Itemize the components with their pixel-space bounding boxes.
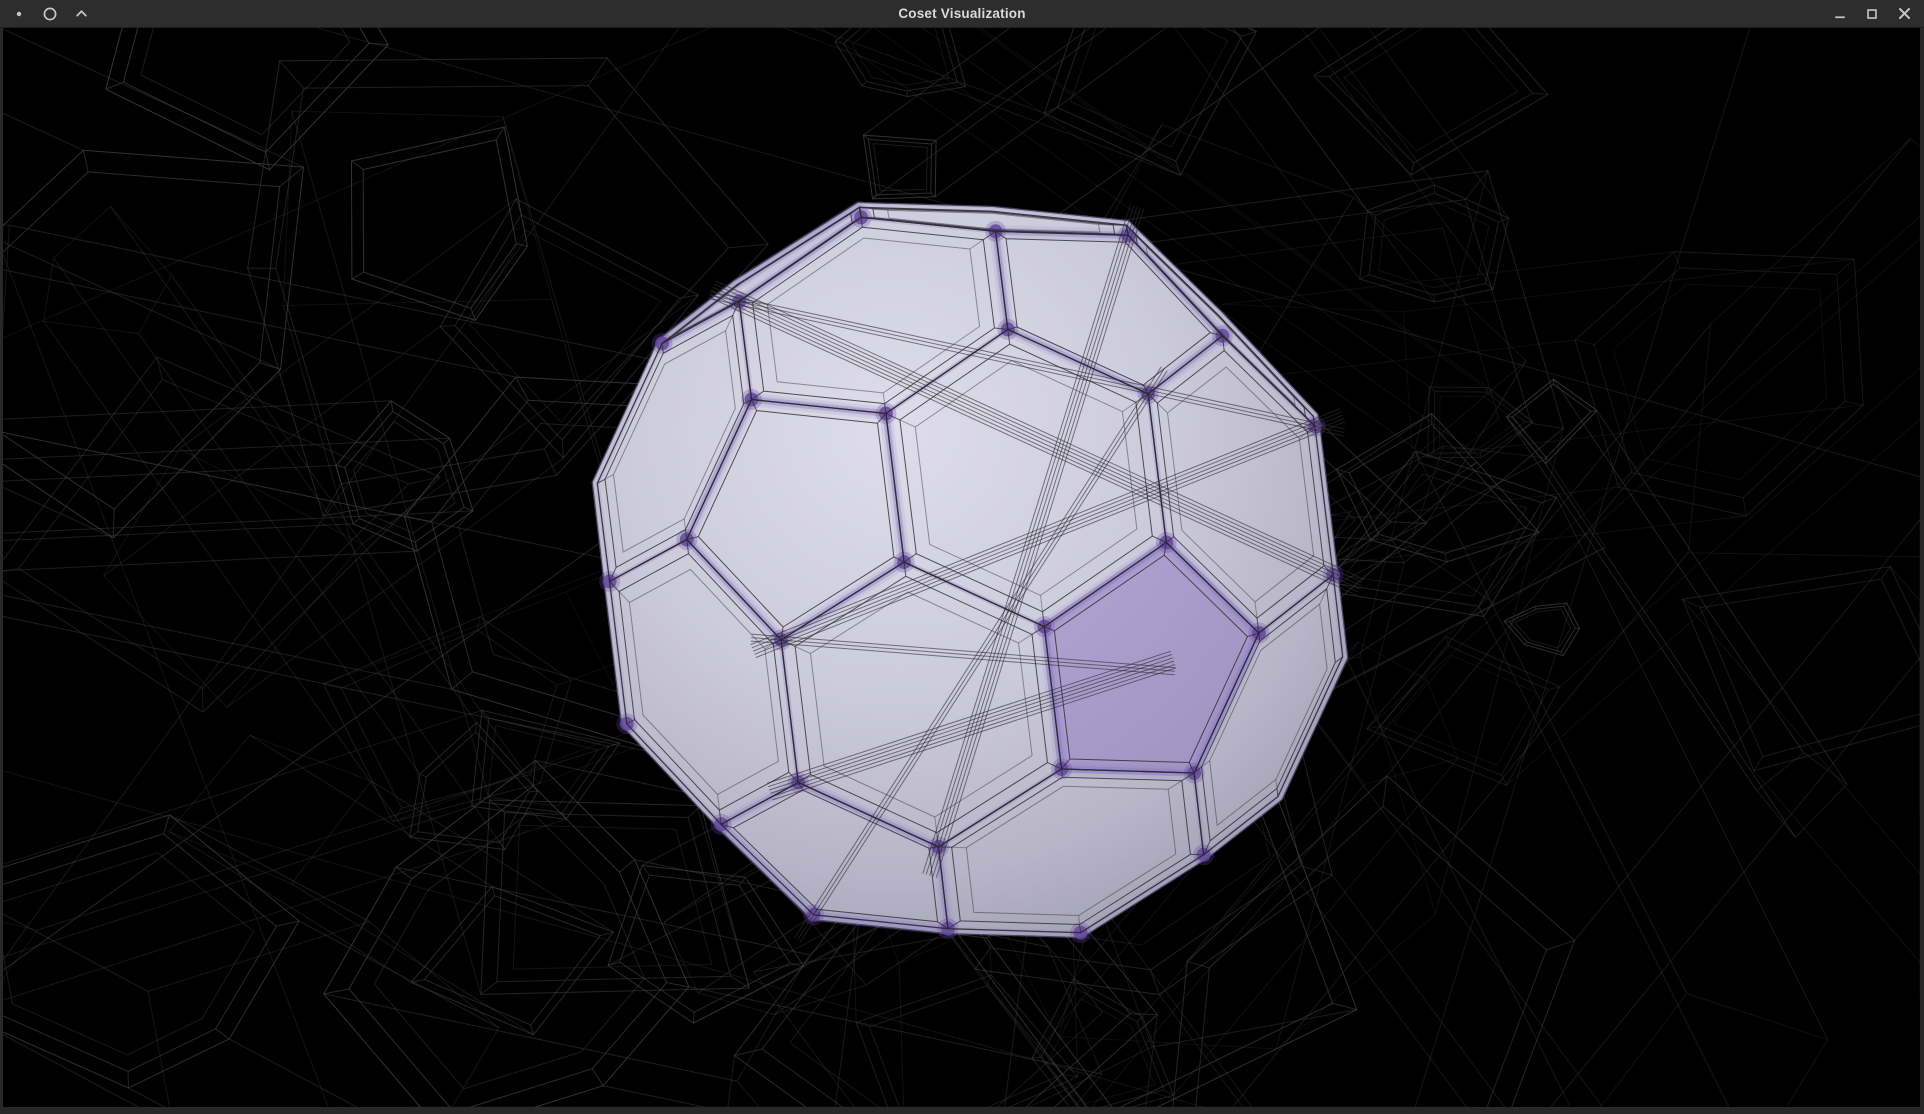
app-chevron-up-button[interactable]: [73, 6, 89, 22]
app-circle-button[interactable]: [42, 6, 58, 22]
maximize-button[interactable]: [1864, 6, 1880, 22]
circle-icon: [42, 6, 58, 22]
app-dot-button[interactable]: [11, 6, 27, 22]
titlebar-left-controls: [0, 6, 89, 22]
coset-3d-canvas[interactable]: [3, 28, 1920, 1107]
app-window: { "window": { "title": "Coset Visualizat…: [0, 0, 1924, 1114]
maximize-icon: [1865, 7, 1879, 21]
viewport-frame: [0, 28, 1924, 1114]
minimize-icon: [1833, 7, 1847, 21]
chevron-up-icon: [74, 6, 89, 21]
minimize-button[interactable]: [1832, 6, 1848, 22]
dot-icon: [12, 7, 26, 21]
titlebar[interactable]: Coset Visualization: [0, 0, 1924, 28]
window-title: Coset Visualization: [0, 0, 1924, 28]
close-icon: [1897, 6, 1912, 21]
titlebar-right-controls: [1832, 6, 1924, 22]
close-button[interactable]: [1896, 6, 1912, 22]
